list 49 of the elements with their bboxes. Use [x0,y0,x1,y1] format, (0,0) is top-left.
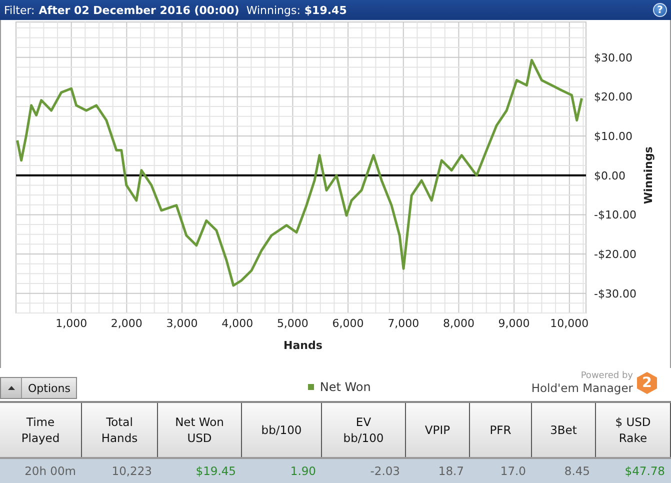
collapse-button[interactable] [1,378,22,398]
y-tick-label: -$10.00 [594,208,636,222]
caret-icon [8,386,14,390]
column-header[interactable]: Net Won USD [158,403,242,457]
brand-name: Hold'em Manager [531,381,633,395]
y-tick-label: $20.00 [594,90,632,104]
table-cell-text: $19.45 [194,463,237,480]
legend-swatch-icon [308,384,314,390]
winnings-value: $19.45 [304,4,347,16]
y-axis-title: Winnings [642,146,655,204]
table-cell-text: 17.0 [499,463,527,480]
x-tick-label: 3,000 [166,317,198,330]
column-header[interactable]: $ USD Rake [596,403,671,457]
winnings-label: Winnings: [246,4,300,16]
brand-badge: 2 [637,372,657,394]
y-tick-label: $0.00 [594,169,626,182]
column-header[interactable]: 3Bet [532,403,596,457]
options-button[interactable]: Options [22,378,76,398]
column-header[interactable]: bb/100 [242,403,322,457]
table-cell-text: 10,223 [110,463,153,480]
filter-value: After 02 December 2016 (00:00) [38,4,240,16]
x-axis-title: Hands [284,339,322,352]
column-header[interactable]: EV bb/100 [322,403,406,457]
column-header[interactable]: VPIP [406,403,470,457]
table-cell-text: 20h 00m [24,463,77,480]
x-tick-label: 8,000 [442,317,474,330]
table-cell-text: $47.78 [624,463,666,480]
legend-label: Net Won [320,380,371,394]
column-header[interactable]: Time Played [0,403,82,457]
powered-by-text: Powered by [580,371,633,381]
table-cell-text: 8.45 [563,463,591,480]
table-cell-text: 18.7 [437,463,465,480]
column-header[interactable]: Total Hands [82,403,158,457]
column-header[interactable]: PFR [470,403,532,457]
x-tick-label: 5,000 [276,317,308,330]
y-tick-label: -$20.00 [594,248,636,262]
y-tick-label: $30.00 [594,51,632,64]
x-tick-label: 1,000 [56,317,88,330]
x-tick-label: 9,000 [498,317,530,330]
x-tick-label: 4,000 [222,317,254,330]
filter-label: Filter: [4,4,35,16]
x-tick-label: 2,000 [110,317,142,330]
table-cell-text: 1.90 [289,463,317,480]
x-tick-label: 6,000 [332,317,364,330]
y-tick-label: $10.00 [594,130,632,144]
x-tick-label: 10,000 [550,317,589,330]
y-tick-label: -$30.00 [594,287,636,300]
table-cell-text: -2.03 [369,463,401,480]
x-tick-label: 7,000 [388,317,420,330]
